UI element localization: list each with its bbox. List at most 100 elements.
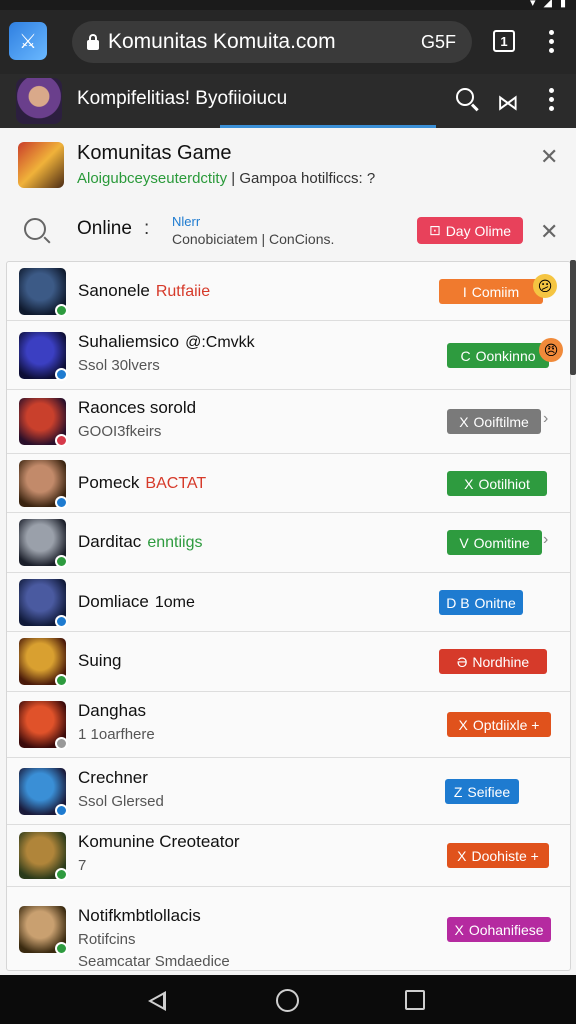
- title-accent: Rutfaiie: [155, 283, 211, 300]
- url-text: Komunitas Komuita.com: [108, 30, 336, 53]
- community-list: Sanonele Rutfaiie I Comiim 😕 Suhaliemsico @:Cm…: [6, 261, 571, 971]
- url-extra-label: G5F: [420, 31, 456, 52]
- status-badge: [55, 615, 68, 628]
- list-item[interactable]: Suhaliemsico @:Cmvkk Ssol 30lvers C Oonkinno…: [7, 321, 570, 390]
- title-accent: @:Cmvkk: [185, 334, 255, 351]
- status-badge: [55, 304, 68, 317]
- button-prefix: X: [458, 716, 468, 733]
- list-item-title: Domliace 1ome: [78, 592, 195, 612]
- list-item[interactable]: Raonces sorold GOOI3fkeirs X Ooiftilme ›: [7, 390, 570, 454]
- list-item[interactable]: Crechner Ssol Glersed Z Seifiee: [7, 758, 570, 825]
- list-item[interactable]: Notifkmbtlollacis Rotifcins Seamcatar Smda…: [7, 887, 570, 972]
- recents-icon[interactable]: [405, 990, 425, 1010]
- button-prefix: D B: [446, 594, 470, 611]
- title-accent: enntiigs: [147, 534, 203, 551]
- status-badge: [55, 368, 68, 381]
- list-item-title: Notifkmbtlollacis: [78, 906, 201, 926]
- title-text: Danghas: [78, 701, 147, 720]
- status-button[interactable]: Z Seifiee: [445, 779, 519, 804]
- browser-menu-icon[interactable]: [548, 30, 554, 53]
- button-label: Seifiee: [467, 783, 511, 800]
- status-badge: [55, 555, 68, 568]
- screen: ▾ ◢ ▮ ⚔ Komunitas Komuita.com G5F 1 Komp…: [0, 0, 576, 1024]
- reaction-icon[interactable]: 😕: [533, 274, 557, 298]
- status-button[interactable]: V Oomitine: [447, 530, 542, 555]
- day-online-button[interactable]: ⊡ Day Olime: [417, 217, 523, 244]
- list-item-title: Crechner: [78, 768, 148, 788]
- button-prefix: V: [459, 534, 469, 551]
- list-item[interactable]: Suing Ә Nordhine: [7, 632, 570, 692]
- button-label: Doohiste +: [471, 847, 539, 864]
- title-text: Komunine Creoteator: [78, 832, 240, 851]
- game-thumbnail[interactable]: [18, 142, 64, 188]
- search-icon[interactable]: [24, 218, 46, 240]
- game-title: Komunitas Game: [77, 142, 232, 164]
- search-icon[interactable]: [456, 88, 474, 106]
- status-badge: [55, 674, 68, 687]
- list-item-subtitle: 1 1oarfhere: [78, 726, 155, 743]
- status-button[interactable]: X Optdiixle +: [447, 712, 551, 737]
- list-item[interactable]: Pomeck BACTAT X Ootilhiot: [7, 454, 570, 513]
- status-button[interactable]: D B Onitne: [439, 590, 523, 615]
- title-text: Raonces sorold: [78, 398, 197, 417]
- button-label: Oohanifiese: [468, 921, 544, 938]
- scrollbar[interactable]: [570, 260, 576, 375]
- list-item[interactable]: Komunine Creoteator 7 X Doohiste +: [7, 825, 570, 887]
- chevron-right-icon[interactable]: ›: [543, 531, 548, 549]
- close-icon[interactable]: ✕: [540, 144, 558, 170]
- button-prefix: Ә: [456, 653, 468, 670]
- title-accent: BACTAT: [145, 475, 207, 492]
- lock-icon: [86, 34, 100, 50]
- button-label: Optdiixle +: [472, 716, 540, 733]
- close-icon[interactable]: ✕: [540, 219, 558, 245]
- list-item[interactable]: Domliace 1ome D B Onitne: [7, 573, 570, 632]
- list-item-title: Danghas: [78, 701, 146, 721]
- list-item[interactable]: Danghas 1 1oarfhere X Optdiixle +: [7, 692, 570, 758]
- bowtie-icon[interactable]: ⋈: [497, 90, 519, 116]
- status-button[interactable]: X Doohiste +: [447, 843, 549, 868]
- title-accent: 1ome: [154, 594, 195, 611]
- list-item-subtitle: Ssol Glersed: [78, 793, 164, 810]
- button-label: Oonkinno: [475, 347, 536, 364]
- status-badge: [55, 737, 68, 750]
- url-bar[interactable]: Komunitas Komuita.com G5F: [72, 21, 472, 63]
- title-text: Crechner: [78, 768, 148, 787]
- list-item-title: Pomeck BACTAT: [78, 473, 206, 493]
- status-button[interactable]: Ә Nordhine: [439, 649, 547, 674]
- title-text: Domliace: [78, 592, 149, 611]
- chevron-right-icon[interactable]: ›: [543, 410, 548, 428]
- list-item-subtitle: Ssol 30lvers: [78, 357, 160, 374]
- list-item[interactable]: Darditac enntiigs V Oomitine ›: [7, 513, 570, 573]
- reaction-icon[interactable]: 😠: [539, 338, 563, 362]
- status-bar: ▾ ◢ ▮: [0, 0, 576, 10]
- app-logo-icon[interactable]: ⚔: [9, 22, 47, 60]
- list-item-title: Suing: [78, 651, 121, 671]
- list-item-title: Darditac enntiigs: [78, 532, 202, 552]
- title-text: Darditac: [78, 532, 142, 551]
- status-button[interactable]: X Ootilhiot: [447, 471, 547, 496]
- tab-switcher-button[interactable]: 1: [493, 30, 515, 52]
- button-prefix: X: [459, 413, 469, 430]
- online-label: Online: [77, 218, 132, 239]
- online-new-label: Nlerr: [172, 214, 201, 229]
- site-menu-icon[interactable]: [548, 88, 554, 111]
- status-button[interactable]: X Ooiftilme: [447, 409, 541, 434]
- list-item[interactable]: Sanonele Rutfaiie I Comiim 😕: [7, 262, 570, 321]
- status-button[interactable]: X Oohanifiese: [447, 917, 551, 942]
- title-text: Sanonele: [78, 281, 150, 300]
- back-icon-inner: [152, 995, 163, 1007]
- browser-toolbar: ⚔ Komunitas Komuita.com G5F 1: [0, 10, 576, 74]
- status-badge: [55, 434, 68, 447]
- status-button[interactable]: C Oonkinno: [447, 343, 549, 368]
- button-prefix: C: [460, 347, 471, 364]
- status-button[interactable]: I Comiim: [439, 279, 543, 304]
- site-title: Kompifelitias! Byofiioiucu: [77, 88, 288, 109]
- button-label: Ooiftilme: [473, 413, 529, 430]
- button-prefix: X: [464, 475, 474, 492]
- list-item-subtitle-2: Seamcatar Smdaedice: [78, 953, 230, 970]
- avatar[interactable]: [16, 78, 62, 124]
- list-item-title: Raonces sorold: [78, 398, 196, 418]
- button-label: Comiim: [471, 283, 520, 300]
- home-icon[interactable]: [276, 989, 299, 1012]
- site-header: Kompifelitias! Byofiioiucu: [0, 74, 576, 128]
